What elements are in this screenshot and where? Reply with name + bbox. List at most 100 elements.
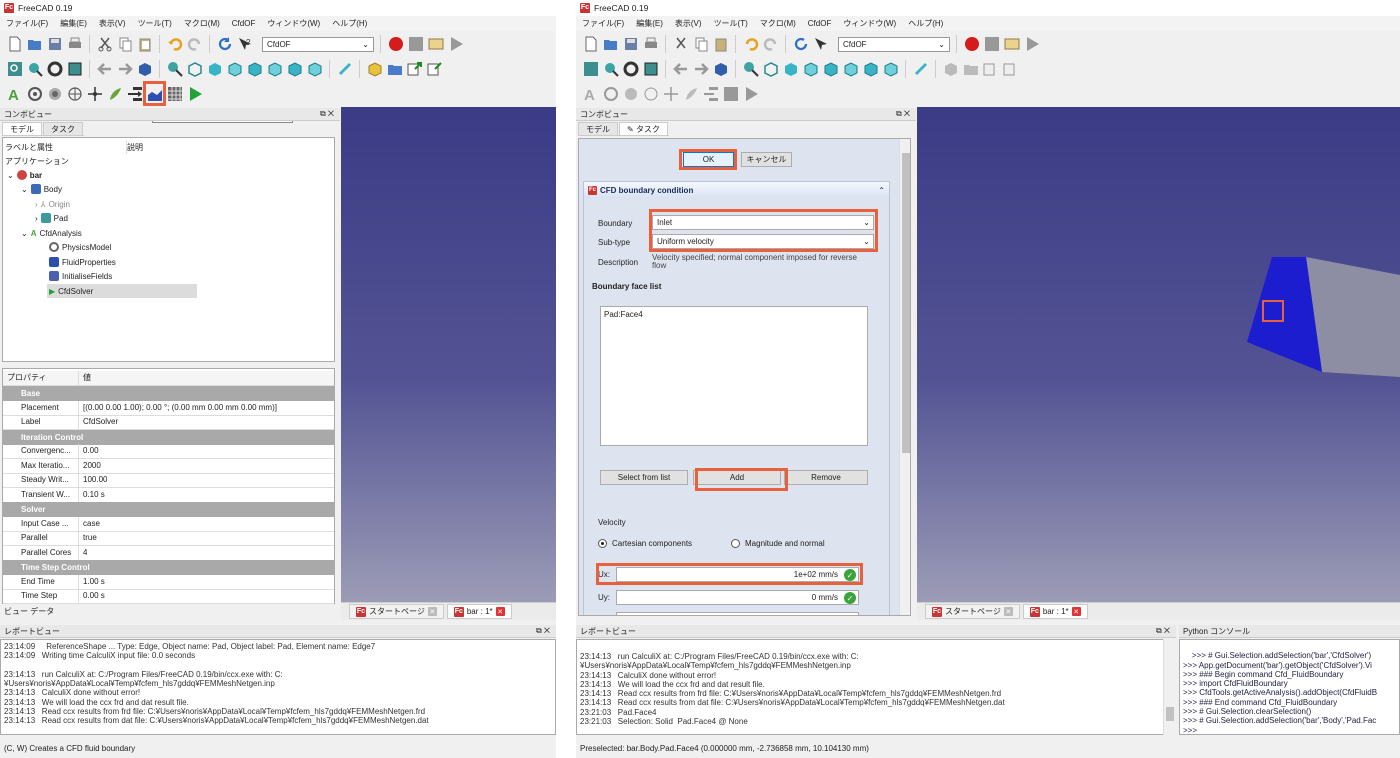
scrollbar-thumb[interactable] [902, 153, 910, 453]
3d-viewport[interactable] [917, 107, 1400, 602]
create-group-icon[interactable] [962, 61, 979, 78]
new-file-icon[interactable] [6, 36, 23, 53]
property-row[interactable]: Input Case ... case [3, 517, 334, 532]
tree-item-bar[interactable]: ⌄ bar [7, 168, 42, 182]
cfd-analysis-icon[interactable]: A [6, 86, 23, 103]
cfd-analysis-icon[interactable]: A [582, 86, 599, 103]
menu-tools[interactable]: ツール(T) [714, 18, 748, 29]
view-front-icon[interactable] [782, 61, 799, 78]
forward-arrow-icon[interactable] [692, 61, 709, 78]
boundary-dropdown[interactable]: Inlet ⌄ [652, 215, 874, 230]
undo-icon[interactable] [166, 36, 183, 53]
task-scrollbar[interactable] [899, 139, 910, 615]
link-icon[interactable] [406, 61, 423, 78]
fit-all-icon[interactable] [6, 61, 23, 78]
property-row[interactable]: Steady Writ... 100.00 [3, 473, 334, 488]
bounding-box-icon[interactable] [642, 61, 659, 78]
save-icon[interactable] [622, 36, 639, 53]
menu-cfdof[interactable]: CfdOF [232, 19, 256, 28]
redo-icon[interactable] [186, 36, 203, 53]
ok-button[interactable]: OK [683, 152, 734, 167]
tree-item-cfdsolver[interactable]: ▶ CfdSolver [47, 284, 197, 298]
stop-macro-icon[interactable] [983, 36, 1000, 53]
save-icon[interactable] [46, 36, 63, 53]
close-icon[interactable]: ✕ [495, 607, 505, 616]
view-rear-icon[interactable] [842, 61, 859, 78]
tree-item-cfdanalysis[interactable]: ⌄ A CfdAnalysis [21, 226, 82, 240]
tab-model[interactable]: モデル [578, 122, 618, 135]
tree-item-origin[interactable]: › ⅄ Origin [35, 197, 70, 211]
refresh-icon[interactable] [216, 36, 233, 53]
ux-input[interactable]: 1e+02 mm/s ✓ [616, 567, 859, 582]
std-view-icon[interactable] [136, 61, 153, 78]
fluid-material-icon[interactable] [46, 86, 63, 103]
copy-icon[interactable] [116, 36, 133, 53]
magnitude-radio[interactable] [731, 539, 740, 548]
create-part-icon[interactable] [366, 61, 383, 78]
3d-viewport[interactable] [341, 107, 556, 602]
create-group-icon[interactable] [386, 61, 403, 78]
bounding-box-icon[interactable] [66, 61, 83, 78]
property-row[interactable]: Label CfdSolver [3, 415, 334, 430]
tree-item-physicsmodel[interactable]: PhysicsModel [49, 240, 111, 254]
cartesian-radio[interactable] [598, 539, 607, 548]
uz-input[interactable] [616, 612, 859, 615]
view-left-icon[interactable] [306, 61, 323, 78]
physics-model-icon[interactable] [602, 86, 619, 103]
remove-button[interactable]: Remove [784, 470, 868, 485]
tab-task[interactable]: タスク [43, 122, 83, 135]
expand-icon[interactable]: ⌄ [7, 171, 14, 180]
view-top-icon[interactable] [802, 61, 819, 78]
property-row[interactable]: Time Step 0.00 s [3, 589, 334, 604]
zoom-icon[interactable] [166, 61, 183, 78]
std-view-icon[interactable] [712, 61, 729, 78]
menu-file[interactable]: ファイル(F) [6, 18, 48, 29]
mesh-refinement-icon[interactable] [86, 86, 103, 103]
view-rear-icon[interactable] [266, 61, 283, 78]
expand-icon[interactable]: ⌄ [21, 185, 28, 194]
porous-zone-icon[interactable] [682, 86, 699, 103]
fit-selection-icon[interactable] [602, 61, 619, 78]
expand-icon[interactable]: ⌄ [21, 229, 28, 238]
cancel-button[interactable]: キャンセル [741, 152, 792, 167]
cut-icon[interactable] [672, 36, 689, 53]
property-row[interactable]: Parallel Cores 4 [3, 546, 334, 561]
zoom-icon[interactable] [742, 61, 759, 78]
property-row[interactable]: Transient W... 0.10 s [3, 488, 334, 503]
link-icon[interactable] [982, 61, 999, 78]
view-bottom-icon[interactable] [862, 61, 879, 78]
panel-close-icon[interactable]: ⧉ ✕ [320, 109, 334, 119]
subtype-dropdown[interactable]: Uniform velocity ⌄ [652, 234, 874, 249]
menu-help[interactable]: ヘルプ(H) [908, 18, 943, 29]
panel-close-icon[interactable]: ⧉ ✕ [1156, 626, 1170, 636]
measure-icon[interactable] [336, 61, 353, 78]
python-console[interactable]: >>> # Gui.Selection.addSelection('bar','… [1179, 639, 1400, 735]
record-macro-icon[interactable] [387, 36, 404, 53]
menu-macro[interactable]: マクロ(M) [760, 18, 796, 29]
panel-close-icon[interactable]: ⧉ ✕ [536, 626, 550, 636]
create-part-icon[interactable] [942, 61, 959, 78]
menu-cfdof[interactable]: CfdOF [808, 19, 832, 28]
menu-view[interactable]: 表示(V) [99, 18, 126, 29]
menu-tools[interactable]: ツール(T) [138, 18, 172, 29]
menu-macro[interactable]: マクロ(M) [184, 18, 220, 29]
print-icon[interactable] [642, 36, 659, 53]
copy-icon[interactable] [692, 36, 709, 53]
porous-zone-icon[interactable] [106, 86, 123, 103]
close-icon[interactable]: ✕ [427, 607, 437, 616]
property-row[interactable]: Placement [(0.00 0.00 1.00); 0.00 °; (0.0… [3, 401, 334, 416]
view-isometric-icon[interactable] [186, 61, 203, 78]
tab-task[interactable]: ✎ タスク [619, 122, 668, 135]
tree-item-pad[interactable]: › Pad [35, 211, 68, 225]
print-icon[interactable] [66, 36, 83, 53]
tab-model[interactable]: モデル [2, 122, 42, 135]
back-arrow-icon[interactable] [672, 61, 689, 78]
menu-file[interactable]: ファイル(F) [582, 18, 624, 29]
view-left-icon[interactable] [882, 61, 899, 78]
whats-this-icon[interactable] [812, 36, 829, 53]
fit-selection-icon[interactable] [26, 61, 43, 78]
tab-start-page[interactable]: Fc スタートページ ✕ [925, 604, 1020, 619]
edit-macro-icon[interactable] [1003, 36, 1020, 53]
property-row[interactable]: End Time 1.00 s [3, 575, 334, 590]
select-from-list-button[interactable]: Select from list [600, 470, 688, 485]
